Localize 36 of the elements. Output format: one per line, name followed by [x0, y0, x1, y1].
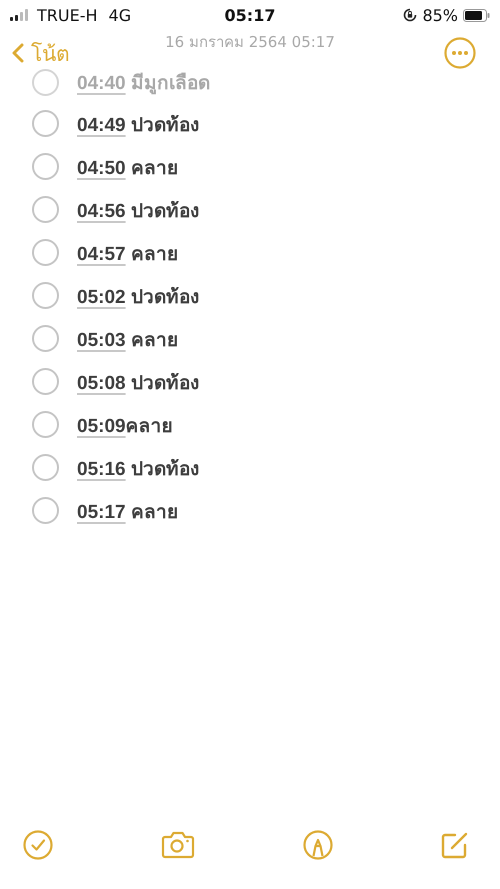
checklist-text: 04:49 ปวดท้อง [77, 114, 199, 138]
checklist-text: 04:57 คลาย [77, 242, 178, 266]
network-type: 4G [108, 6, 132, 24]
checklist-text: 04:40 มีมูกเลือด [77, 72, 210, 96]
checklist-text: 05:09คลาย [77, 414, 173, 438]
checklist-circle[interactable] [32, 368, 59, 395]
more-icon[interactable] [444, 37, 476, 69]
checklist-circle[interactable] [32, 411, 59, 438]
checklist-circle[interactable] [32, 239, 59, 266]
checklist-text: 05:03 คลาย [77, 328, 178, 352]
battery-icon [463, 8, 490, 22]
battery-percent: 85% [422, 6, 458, 24]
camera-icon[interactable] [160, 830, 196, 860]
checklist-text: 05:08 ปวดท้อง [77, 372, 199, 396]
checklist-circle[interactable] [32, 454, 59, 481]
rotation-lock-icon [403, 8, 418, 22]
chevron-left-icon [12, 43, 24, 63]
clock: 05:17 [224, 6, 276, 24]
checklist-text: 04:50 คลาย [77, 156, 178, 180]
checklist-text: 05:16 ปวดท้อง [77, 458, 199, 482]
checklist-text: 05:17 คลาย [77, 500, 178, 524]
checklist-text: 05:02 ปวดท้อง [77, 286, 199, 310]
checklist-circle[interactable] [32, 282, 59, 309]
checklist-circle[interactable] [32, 196, 59, 223]
checklist-text: 04:56 ปวดท้อง [77, 200, 199, 224]
checklist-circle[interactable] [32, 68, 59, 96]
back-button[interactable]: โน้ต [12, 36, 70, 70]
carrier-name: TRUE-H [37, 6, 98, 24]
markup-pen-icon[interactable] [302, 829, 334, 861]
checklist-icon[interactable] [22, 829, 54, 861]
checklist-circle[interactable] [32, 325, 59, 352]
compose-icon[interactable] [440, 830, 470, 860]
note-date: 16 มกราคม 2564 05:17 [164, 32, 336, 50]
checklist-circle[interactable] [32, 153, 59, 180]
checklist-circle[interactable] [32, 497, 59, 524]
checklist-circle[interactable] [32, 110, 59, 137]
